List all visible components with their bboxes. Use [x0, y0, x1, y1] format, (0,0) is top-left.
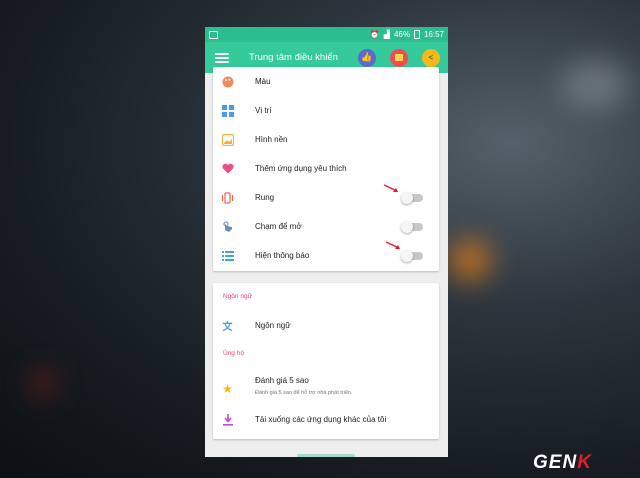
- touch-icon: [221, 220, 234, 233]
- language-section-header: Ngôn ngữ: [223, 293, 252, 300]
- background-light: [30, 370, 56, 396]
- settings-item-wallpaper[interactable]: Hình nền: [213, 125, 439, 154]
- like-button[interactable]: 👍: [358, 48, 376, 67]
- genk-watermark-logo: GENK: [533, 452, 592, 474]
- settings-item-touch-open[interactable]: Chạm để mở: [213, 212, 439, 241]
- settings-item-vibrate[interactable]: Rung: [213, 183, 439, 212]
- battery-icon: [413, 30, 420, 39]
- menu-icon[interactable]: [215, 52, 229, 63]
- star-icon: ★: [222, 382, 233, 396]
- settings-item-color[interactable]: Màu: [213, 67, 439, 96]
- vibrate-toggle[interactable]: [401, 191, 423, 204]
- show-notification-toggle[interactable]: [401, 249, 423, 262]
- settings-item-label: Hình nền: [255, 135, 288, 144]
- translate-icon: 文: [222, 322, 233, 333]
- vibrate-icon: [221, 191, 234, 204]
- rate-app-subtitle: Đánh giá 5 sao để hỗ trợ nhà phát triển.: [255, 390, 353, 396]
- alarm-icon: ⏰: [369, 30, 380, 39]
- share-icon: <: [428, 53, 434, 62]
- language-support-card: Ngôn ngữ 文 Ngôn ngữ Ủng hộ ★ Đánh giá 5 …: [213, 283, 439, 439]
- clock: 16:57: [423, 30, 444, 39]
- watermark-text-accent: K: [577, 452, 592, 473]
- download-apps-label: Tải xuống các ứng dụng khác của tôi: [255, 415, 387, 424]
- settings-item-label: Hiện thông báo: [255, 251, 310, 260]
- settings-item-label: Thêm ứng dụng yêu thích: [255, 164, 347, 173]
- battery-percent: 46%: [393, 30, 410, 39]
- annotation-arrow: [383, 184, 398, 192]
- bottom-sheet-handle[interactable]: [297, 454, 355, 457]
- settings-item-position[interactable]: Vị trí: [213, 96, 439, 125]
- heart-icon: [221, 162, 234, 175]
- status-bar: ⏰ ▟ 46% 16:57: [205, 27, 448, 42]
- annotation-arrow: [385, 241, 400, 249]
- settings-item-label: Chạm để mở: [255, 222, 302, 231]
- settings-item-show-notification[interactable]: Hiện thông báo: [213, 241, 439, 270]
- settings-item-label: Màu: [255, 77, 271, 86]
- store-icon: [395, 54, 403, 61]
- rate-app-label: Đánh giá 5 sao: [255, 376, 309, 385]
- grid-position-icon: [221, 104, 234, 117]
- watermark-text: GEN: [533, 452, 578, 473]
- background-light: [560, 60, 630, 110]
- background-light: [450, 240, 490, 280]
- phone-screen: ⏰ ▟ 46% 16:57 Trung tâm điều khiển 👍 < M…: [205, 27, 448, 457]
- download-icon: [221, 413, 234, 426]
- signal-icon: ▟: [383, 30, 390, 39]
- rate-app-item[interactable]: ★ Đánh giá 5 sao Đánh giá 5 sao để hỗ tr…: [213, 372, 439, 406]
- settings-card: Màu Vị trí Hình nền Thêm ứng dụng yêu th…: [213, 67, 439, 271]
- palette-icon: [221, 75, 234, 88]
- settings-item-label: Vị trí: [255, 106, 272, 115]
- app-title: Trung tâm điều khiển: [249, 52, 338, 63]
- image-icon: [221, 133, 234, 146]
- settings-item-label: Rung: [255, 193, 275, 202]
- touch-open-toggle[interactable]: [401, 220, 423, 233]
- settings-item-favorites[interactable]: Thêm ứng dụng yêu thích: [213, 154, 439, 183]
- language-item-label: Ngôn ngữ: [255, 321, 291, 330]
- store-button[interactable]: [390, 48, 408, 67]
- language-item[interactable]: 文 Ngôn ngữ: [213, 311, 439, 340]
- share-button[interactable]: <: [422, 48, 440, 67]
- gallery-notification-icon: [209, 30, 218, 39]
- thumbs-up-icon: 👍: [361, 52, 373, 62]
- support-section-header: Ủng hộ: [223, 350, 244, 357]
- list-icon: [221, 249, 234, 262]
- download-apps-item[interactable]: Tải xuống các ứng dụng khác của tôi: [213, 405, 439, 434]
